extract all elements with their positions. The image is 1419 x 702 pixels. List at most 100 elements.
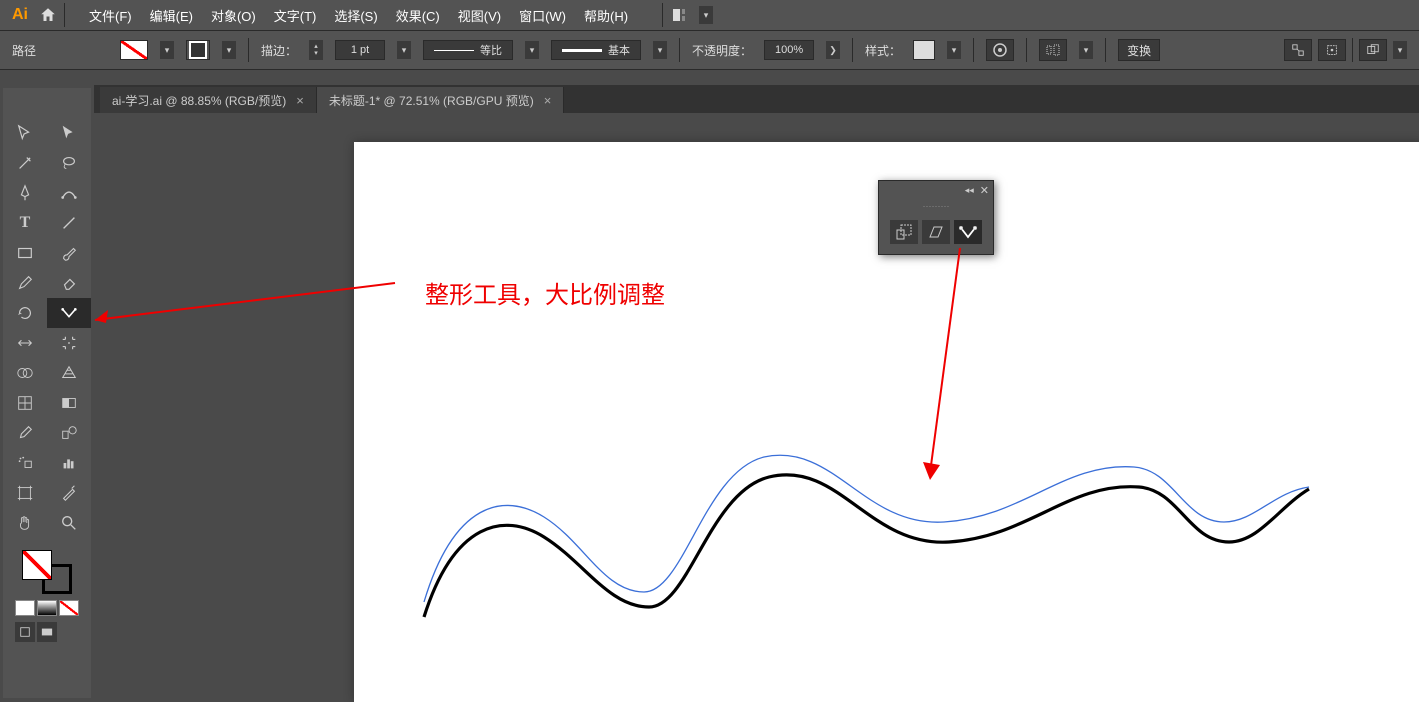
close-icon[interactable]: ✕	[980, 184, 989, 197]
color-mode-gradient[interactable]	[37, 600, 57, 616]
document-tab-0[interactable]: ai-学习.ai @ 88.85% (RGB/预览) ×	[100, 87, 317, 113]
separator	[973, 38, 974, 62]
stroke-width-label: 描边：	[261, 42, 297, 59]
transform-button[interactable]: 变换	[1118, 39, 1160, 61]
brush-definition[interactable]: 基本	[551, 40, 641, 60]
align-dropdown[interactable]: ▾	[1079, 41, 1093, 59]
separator	[662, 3, 663, 27]
stroke-width-stepper[interactable]: ▴▾	[309, 40, 323, 60]
graphic-style-swatch[interactable]	[913, 40, 935, 60]
screen-mode-normal[interactable]	[15, 622, 35, 642]
line-tool[interactable]	[47, 208, 91, 238]
shear-tool-icon[interactable]	[922, 220, 950, 244]
annotation-arrow-down	[918, 248, 978, 488]
control-bar: 路径 ▾ ▾ 描边： ▴▾ ▾ 等比 ▾ 基本 ▾ 不透明度： ❯ 样式： ▾ …	[0, 30, 1419, 70]
scale-tool-icon[interactable]	[890, 220, 918, 244]
menu-type[interactable]: 文字(T)	[274, 6, 317, 25]
gradient-tool[interactable]	[47, 388, 91, 418]
pen-tool[interactable]	[3, 178, 47, 208]
recolor-icon[interactable]	[986, 39, 1014, 61]
stroke-profile[interactable]: 等比	[423, 40, 513, 60]
close-icon[interactable]: ×	[296, 93, 304, 108]
curvature-tool[interactable]	[47, 178, 91, 208]
home-icon[interactable]	[36, 3, 60, 27]
magic-wand-tool[interactable]	[3, 148, 47, 178]
shape-dropdown[interactable]: ▾	[1393, 41, 1407, 59]
color-section	[3, 546, 91, 646]
fill-stroke-swap[interactable]	[22, 550, 72, 594]
perspective-tool[interactable]	[47, 358, 91, 388]
opacity-dropdown[interactable]: ❯	[826, 41, 840, 59]
menu-effect[interactable]: 效果(C)	[396, 6, 440, 25]
symbol-sprayer-tool[interactable]	[3, 448, 47, 478]
tools-panel: T	[3, 88, 91, 698]
shape-builder-tool[interactable]	[3, 358, 47, 388]
lasso-tool[interactable]	[47, 148, 91, 178]
menu-edit[interactable]: 编辑(E)	[150, 6, 193, 25]
direct-selection-tool[interactable]	[47, 118, 91, 148]
floating-reshape-panel[interactable]: ◂◂ ✕ ⋯⋯⋯	[878, 180, 994, 255]
app-logo: Ai	[8, 6, 32, 24]
type-tool[interactable]: T	[3, 208, 47, 238]
menu-object[interactable]: 对象(O)	[211, 6, 256, 25]
annotation-arrow-left	[80, 275, 400, 335]
menu-select[interactable]: 选择(S)	[334, 6, 377, 25]
mesh-tool[interactable]	[3, 388, 47, 418]
paintbrush-tool[interactable]	[47, 238, 91, 268]
close-icon[interactable]: ×	[544, 93, 552, 108]
opacity-input[interactable]	[764, 40, 814, 60]
slice-tool[interactable]	[47, 478, 91, 508]
shape-mode-icon[interactable]	[1359, 39, 1387, 61]
eyedropper-tool[interactable]	[3, 418, 47, 448]
stroke-profile-dropdown[interactable]: ▾	[525, 41, 539, 59]
zoom-tool[interactable]	[47, 508, 91, 538]
tab-strip-area: ai-学习.ai @ 88.85% (RGB/预览) × 未标题-1* @ 72…	[94, 78, 1419, 113]
align-icon[interactable]	[1039, 39, 1067, 61]
rectangle-tool[interactable]	[3, 238, 47, 268]
separator	[679, 38, 680, 62]
fill-swatch[interactable]	[120, 40, 148, 60]
graph-tool[interactable]	[47, 448, 91, 478]
collapse-icon[interactable]: ◂◂	[965, 185, 974, 196]
stroke-width-dropdown[interactable]: ▾	[397, 41, 411, 59]
separator	[852, 38, 853, 62]
document-tab-1[interactable]: 未标题-1* @ 72.51% (RGB/GPU 预览) ×	[317, 87, 565, 113]
menu-view[interactable]: 视图(V)	[458, 6, 501, 25]
menu-window[interactable]: 窗口(W)	[519, 6, 566, 25]
path-artwork	[414, 422, 1314, 672]
isolate-icon[interactable]	[1284, 39, 1312, 61]
width-tool[interactable]	[3, 328, 47, 358]
top-menubar: Ai 文件(F) 编辑(E) 对象(O) 文字(T) 选择(S) 效果(C) 视…	[0, 0, 1419, 30]
layout-dropdown[interactable]: ▾	[699, 6, 713, 24]
separator	[64, 3, 65, 27]
blend-tool[interactable]	[47, 418, 91, 448]
document-tab-label: 未标题-1* @ 72.51% (RGB/GPU 预览)	[329, 92, 534, 109]
control-bar-right: ▾	[1284, 38, 1407, 62]
stroke-swatch[interactable]	[186, 40, 210, 60]
edit-similar-icon[interactable]	[1318, 39, 1346, 61]
screen-mode-full[interactable]	[37, 622, 57, 642]
brush-dropdown[interactable]: ▾	[653, 41, 667, 59]
separator	[248, 38, 249, 62]
separator	[1105, 38, 1106, 62]
fill-dropdown[interactable]: ▾	[160, 41, 174, 59]
style-label: 样式：	[865, 42, 901, 59]
document-tabs: ai-学习.ai @ 88.85% (RGB/预览) × 未标题-1* @ 72…	[94, 85, 1419, 113]
fill-color-box[interactable]	[22, 550, 52, 580]
color-mode-solid[interactable]	[15, 600, 35, 616]
stroke-dropdown[interactable]: ▾	[222, 41, 236, 59]
color-mode-none[interactable]	[59, 600, 79, 616]
reshape-tool-icon[interactable]	[954, 220, 982, 244]
stroke-profile-label: 等比	[480, 42, 502, 58]
artboard-tool[interactable]	[3, 478, 47, 508]
menu-help[interactable]: 帮助(H)	[584, 6, 628, 25]
rotate-tool[interactable]	[3, 298, 47, 328]
hand-tool[interactable]	[3, 508, 47, 538]
layout-grid-icon[interactable]	[671, 5, 691, 25]
menu-file[interactable]: 文件(F)	[89, 6, 132, 25]
selection-tool[interactable]	[3, 118, 47, 148]
workspace	[94, 116, 1419, 698]
style-dropdown[interactable]: ▾	[947, 41, 961, 59]
stroke-width-input[interactable]	[335, 40, 385, 60]
pencil-tool[interactable]	[3, 268, 47, 298]
